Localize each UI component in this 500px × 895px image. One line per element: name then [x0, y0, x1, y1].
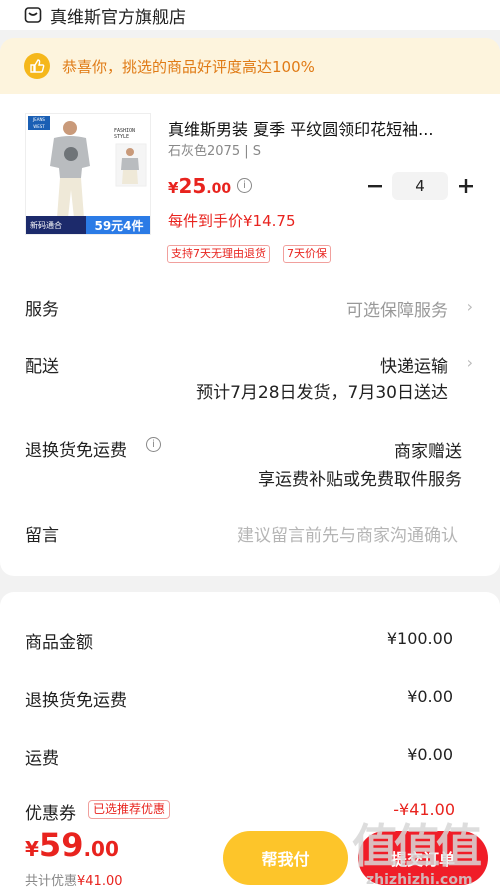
store-header[interactable]: 真维斯官方旗舰店 [0, 0, 500, 30]
promo-strip-left: 新码通合 [30, 220, 62, 230]
shipping-label: 运费 [25, 749, 59, 769]
product-title[interactable]: 真维斯男装 夏季 平纹圆领印花短袖... [168, 116, 478, 140]
price-symbol: ¥ [168, 179, 179, 197]
price-integer: 25 [178, 174, 207, 198]
store-name: 真维斯官方旗舰店 [50, 7, 186, 28]
per-item-price: 每件到手价¥14.75 [168, 212, 296, 230]
total-discount: 共计优惠¥41.00 [25, 870, 123, 889]
thumbs-up-icon [24, 53, 50, 79]
store-icon [24, 7, 42, 23]
goods-amount-label: 商品金额 [25, 633, 93, 653]
delivery-label: 配送 [25, 357, 59, 377]
message-input[interactable]: 建议留言前先与商家沟通确认 [237, 521, 458, 546]
goods-amount-value: ¥100.00 [386, 629, 453, 648]
total-symbol: ¥ [25, 837, 39, 861]
return-fee-label: 退换货免运费 [25, 691, 127, 711]
service-value[interactable]: 可选保障服务 [346, 296, 448, 321]
return-info-icon[interactable]: i [146, 437, 161, 452]
banner-text: 恭喜你，挑选的商品好评度高达100% [62, 57, 315, 76]
price-decimal: .00 [206, 181, 232, 197]
submit-order-button[interactable]: 提交订单 [358, 831, 488, 885]
praise-banner: 恭喜你，挑选的商品好评度高达100% [0, 38, 500, 94]
return-value: 商家赠送 [394, 442, 462, 462]
promo-strip: 新码通合 59元4件 [26, 216, 150, 234]
delivery-value[interactable]: 快递运输 [380, 352, 448, 377]
quantity-input[interactable]: 4 [392, 172, 448, 200]
quantity-plus-button[interactable] [455, 176, 477, 196]
coupon-value[interactable]: -¥41.00 [393, 800, 455, 819]
price-info-icon[interactable]: i [237, 178, 252, 193]
promo-strip-right: 59元4件 [86, 216, 150, 234]
discount-value: ¥41.00 [77, 874, 123, 889]
shipping-value: ¥0.00 [407, 745, 453, 764]
delivery-estimate: 预计7月28日发货，7月30日送达 [196, 383, 448, 403]
service-chevron-right-icon[interactable]: › [467, 297, 473, 316]
total-integer: 59 [38, 826, 84, 864]
return-sub: 享运费补贴或免费取件服务 [258, 470, 462, 490]
discount-label: 共计优惠 [25, 874, 78, 889]
total-price: ¥59.00 [25, 826, 119, 864]
product-image[interactable]: JEANS WEST FASHION STYLE 新码通合 59元4件 [25, 113, 151, 235]
total-decimal: .00 [83, 837, 119, 861]
tag-7day-return: 支持7天无理由退货 [167, 245, 270, 263]
tag-price-protect: 7天价保 [283, 245, 331, 263]
product-spec[interactable]: 石灰色2075 | S [168, 140, 261, 159]
coupon-label: 优惠券 [25, 804, 76, 824]
unit-price: ¥25.00 [168, 174, 231, 198]
delivery-chevron-right-icon[interactable]: › [467, 353, 473, 372]
quantity-minus-button[interactable] [365, 176, 385, 196]
service-label: 服务 [25, 300, 59, 320]
return-label: 退换货免运费 [25, 441, 127, 461]
message-label: 留言 [25, 526, 59, 546]
return-fee-value: ¥0.00 [407, 687, 453, 706]
coupon-badge[interactable]: 已选推荐优惠 [88, 800, 171, 819]
help-pay-button[interactable]: 帮我付 [223, 831, 348, 885]
